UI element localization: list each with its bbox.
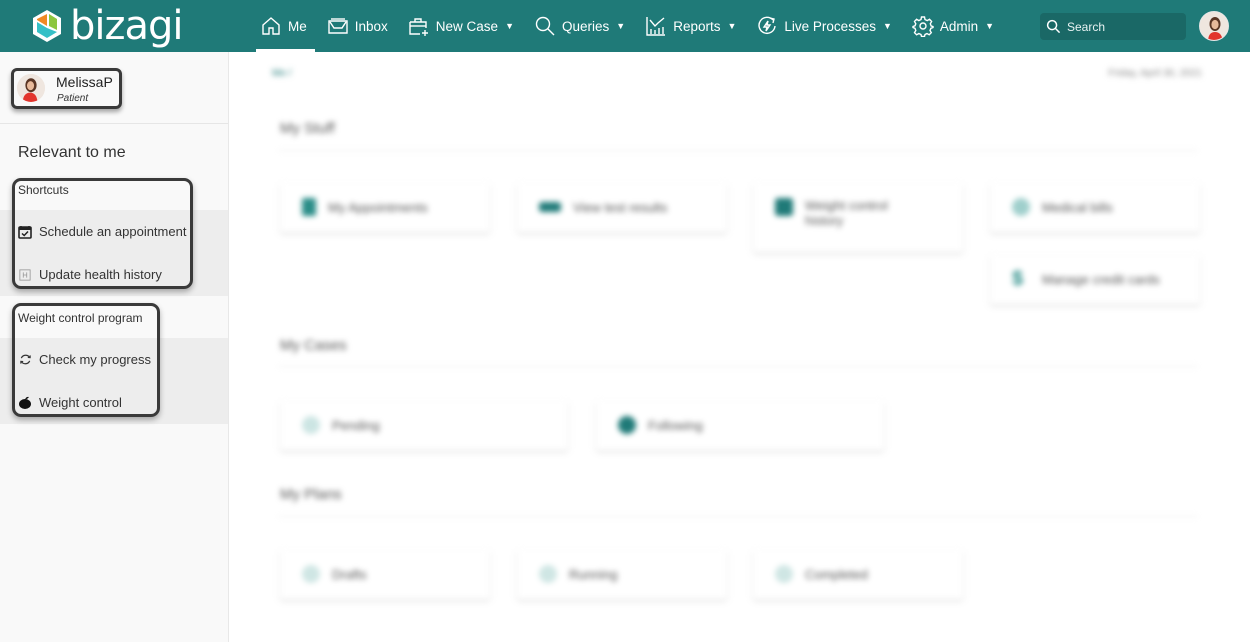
inbox-icon [328, 18, 348, 34]
card-label: Pending [332, 417, 380, 433]
nav-reports-label: Reports [673, 18, 721, 34]
sidebar: MelissaP Patient Relevant to me Shortcut… [0, 52, 229, 642]
nav-live-processes[interactable]: Live Processes ▼ [752, 0, 895, 52]
chart-icon [646, 17, 666, 36]
card-label: My Appointments [328, 199, 428, 215]
sidebar-item-schedule-appointment[interactable]: Schedule an appointment [0, 210, 228, 253]
new-case-icon [409, 18, 428, 36]
home-icon [262, 17, 280, 35]
search-icon [1046, 19, 1061, 34]
card-label: View test results [573, 199, 668, 215]
chevron-down-icon: ▼ [727, 21, 737, 31]
highlight-box [11, 68, 122, 109]
group-header-shortcuts: Shortcuts [18, 183, 69, 197]
user-avatar[interactable] [1199, 11, 1229, 41]
sidebar-item-weight-control[interactable]: Weight control [0, 381, 228, 424]
nav-new-case[interactable]: New Case ▼ [404, 0, 518, 52]
card-my-appointments[interactable]: My Appointments [280, 182, 490, 232]
card-pending[interactable]: Pending [280, 400, 568, 450]
group-header-weight-control-program: Weight control program [18, 311, 143, 325]
sidebar-item-label: Weight control [39, 395, 122, 410]
chevron-down-icon: ▼ [616, 21, 626, 31]
user-profile[interactable]: MelissaP Patient [0, 52, 228, 124]
card-running[interactable]: Running [517, 549, 727, 599]
nav-reports[interactable]: Reports ▼ [641, 0, 740, 52]
nav-me[interactable]: Me [256, 0, 315, 52]
lightning-refresh-icon [758, 16, 777, 35]
card-label: Running [569, 566, 618, 582]
card-label: Drafts [332, 566, 367, 582]
card-label: Weight control history [805, 198, 888, 228]
chevron-down-icon: ▼ [882, 21, 892, 31]
card-drafts[interactable]: Drafts [280, 549, 490, 599]
weight-history-icon [775, 198, 793, 216]
sidebar-item-update-health-history[interactable]: Update health history [0, 253, 228, 296]
nav-live-processes-label: Live Processes [784, 18, 876, 34]
card-following[interactable]: Following [596, 400, 884, 450]
current-date: Friday, April 30, 2021 [1108, 68, 1202, 79]
nav-new-case-label: New Case [435, 18, 499, 34]
sidebar-item-check-my-progress[interactable]: Check my progress [0, 338, 228, 381]
search-box[interactable] [1040, 13, 1186, 40]
main-nav: Me Inbox New Case ▼ Queries ▼ Reports ▼ … [256, 0, 1010, 52]
search-icon [535, 16, 555, 36]
nav-inbox-label: Inbox [354, 18, 388, 34]
user-photo-icon [1200, 12, 1228, 40]
apple-icon [18, 396, 32, 410]
running-icon [539, 565, 557, 583]
chevron-down-icon: ▼ [985, 21, 995, 31]
search-input[interactable] [1067, 19, 1177, 34]
card-weight-control-history[interactable]: Weight control history [753, 182, 963, 252]
calendar-check-icon [18, 225, 32, 239]
section-divider [278, 150, 1198, 151]
card-label: Completed [805, 566, 868, 582]
nav-queries-label: Queries [562, 18, 610, 34]
card-manage-credit-cards[interactable]: $ Manage credit cards [990, 254, 1200, 304]
nav-admin[interactable]: Admin ▼ [908, 0, 998, 52]
medical-bills-icon [1012, 198, 1030, 216]
section-divider [278, 516, 1198, 517]
sidebar-item-label: Schedule an appointment [39, 224, 187, 239]
following-icon [618, 416, 636, 434]
breadcrumb[interactable]: Me / [272, 68, 291, 79]
card-view-test-results[interactable]: View test results [517, 182, 727, 232]
relevant-to-me-title: Relevant to me [18, 144, 126, 161]
nav-admin-label: Admin [939, 18, 979, 34]
main-content: Me / Friday, April 30, 2021 My Stuff My … [230, 52, 1250, 642]
section-divider [278, 366, 1198, 367]
refresh-icon [18, 353, 32, 367]
nav-queries[interactable]: Queries ▼ [530, 0, 629, 52]
nav-me-label: Me [288, 18, 307, 34]
sidebar-item-label: Update health history [39, 267, 162, 282]
drafts-icon [302, 565, 320, 583]
completed-icon [775, 565, 793, 583]
dollar-icon: $ [1012, 268, 1024, 290]
test-results-icon [539, 202, 561, 212]
card-medical-bills[interactable]: Medical bills [990, 182, 1200, 232]
gear-icon [912, 16, 934, 37]
section-title-my-stuff: My Stuff [280, 120, 335, 137]
card-label: Manage credit cards [1042, 271, 1160, 287]
nav-inbox[interactable]: Inbox [323, 0, 392, 52]
bizagi-logo[interactable]: bizagi [30, 3, 184, 49]
top-navigation-bar: bizagi Me Inbox New Case ▼ Queries ▼ Rep… [0, 0, 1250, 52]
bizagi-logo-icon [33, 10, 61, 42]
section-title-my-cases: My Cases [280, 337, 347, 354]
health-history-icon [18, 268, 32, 282]
card-completed[interactable]: Completed [753, 549, 963, 599]
logo-text: bizagi [70, 3, 184, 49]
section-title-my-plans: My Plans [280, 486, 342, 503]
sidebar-item-label: Check my progress [39, 352, 151, 367]
chevron-down-icon: ▼ [505, 21, 514, 31]
pending-icon [302, 416, 320, 434]
card-label: Following [648, 417, 703, 433]
document-icon [302, 198, 316, 216]
card-label: Medical bills [1042, 199, 1113, 215]
